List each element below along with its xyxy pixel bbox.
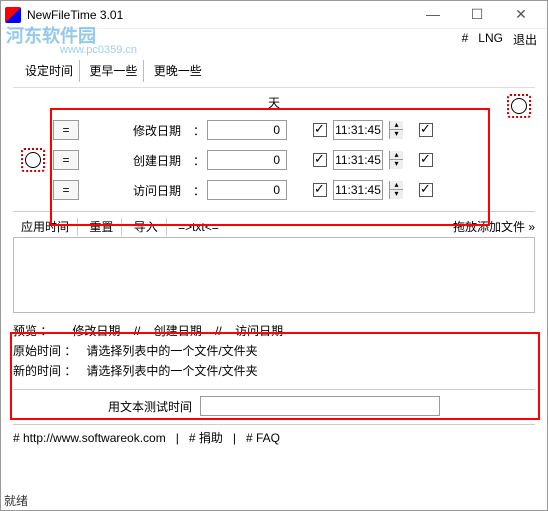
time-input-modified[interactable]: 11:31:45 <box>333 120 383 140</box>
preview-new-msg: 请选择列表中的一个文件/文件夹 <box>86 364 257 378</box>
days-input-created[interactable]: 0 <box>207 150 287 170</box>
app-window: NewFileTime 3.01 — ☐ ✕ 河东软件园 www.pc0359.… <box>0 0 548 511</box>
preview-original-label: 原始时间 ： <box>13 341 83 361</box>
time-spinner-modified[interactable]: ▴▾ <box>389 121 403 139</box>
preview-title: 预览 ： <box>13 321 52 341</box>
footer-faq[interactable]: # FAQ <box>246 431 280 445</box>
row-created: = 创建日期 ： 0 11:31:45 ▴▾ <box>53 145 527 175</box>
day-header: 天 <box>13 92 535 115</box>
footer-url[interactable]: # http://www.softwareok.com <box>13 431 166 445</box>
tab-later[interactable]: 更晚一些 <box>148 60 208 82</box>
enable-time-checkbox-accessed[interactable] <box>313 183 327 197</box>
row-enable-checkbox-modified[interactable] <box>419 123 433 137</box>
import-button[interactable]: 导入 <box>126 218 167 236</box>
row-modified: = 修改日期 ： 0 11:31:45 ▴▾ <box>53 115 527 145</box>
action-toolbar: 应用时间 重置 导入 =>txt<= 拖放添加文件 » <box>13 211 535 235</box>
eq-button-modified[interactable]: = <box>53 120 79 140</box>
row-enable-checkbox-created[interactable] <box>419 153 433 167</box>
time-input-accessed[interactable]: 11:31:45 <box>333 180 383 200</box>
titlebar: NewFileTime 3.01 — ☐ ✕ <box>1 1 547 29</box>
preview-col-modified: 修改日期 <box>72 321 120 341</box>
drag-drop-link[interactable]: 拖放添加文件 » <box>453 218 535 235</box>
tab-set-time[interactable]: 设定时间 <box>19 60 80 82</box>
preview-panel: 预览 ： 修改日期 // 创建日期 // 访问日期 原始时间 ： 请选择列表中的… <box>13 321 535 381</box>
export-txt-button[interactable]: =>txt<= <box>170 218 227 236</box>
chevron-down-icon: ▾ <box>389 130 403 139</box>
preview-col-created: 创建日期 <box>154 321 202 341</box>
menu-lng[interactable]: LNG <box>478 31 503 48</box>
row-enable-checkbox-accessed[interactable] <box>419 183 433 197</box>
preview-new-label: 新的时间 ： <box>13 361 83 381</box>
date-section: 天 = 修改日期 ： 0 11:31:45 ▴▾ <box>13 87 535 205</box>
chevron-down-icon: ▾ <box>389 190 403 199</box>
status-bar: 就绪 <box>4 492 28 509</box>
footer-links: # http://www.softwareok.com | # 捐助 | # F… <box>13 424 535 446</box>
test-time-label: 用文本测试时间 <box>108 398 192 415</box>
time-input-created[interactable]: 11:31:45 <box>333 150 383 170</box>
set-now-icon[interactable] <box>507 94 531 118</box>
window-controls: — ☐ ✕ <box>419 6 535 23</box>
preview-original-row: 原始时间 ： 请选择列表中的一个文件/文件夹 <box>13 341 535 361</box>
tab-earlier[interactable]: 更早一些 <box>83 60 144 82</box>
maximize-button[interactable]: ☐ <box>463 6 491 23</box>
minimize-button[interactable]: — <box>419 6 447 23</box>
window-title: NewFileTime 3.01 <box>27 8 419 22</box>
enable-time-checkbox-modified[interactable] <box>313 123 327 137</box>
menu-hash[interactable]: # <box>462 31 469 48</box>
preview-col-accessed: 访问日期 <box>235 321 283 341</box>
mode-tabs: 设定时间 更早一些 更晚一些 <box>13 58 535 83</box>
test-time-row: 用文本测试时间 <box>13 389 535 416</box>
apply-time-button[interactable]: 应用时间 <box>13 218 78 236</box>
days-input-modified[interactable]: 0 <box>207 120 287 140</box>
preview-original-msg: 请选择列表中的一个文件/文件夹 <box>86 344 257 358</box>
close-button[interactable]: ✕ <box>507 6 535 23</box>
time-spinner-accessed[interactable]: ▴▾ <box>389 181 403 199</box>
test-time-input[interactable] <box>200 396 440 416</box>
time-spinner-created[interactable]: ▴▾ <box>389 151 403 169</box>
enable-time-checkbox-created[interactable] <box>313 153 327 167</box>
eq-button-accessed[interactable]: = <box>53 180 79 200</box>
days-input-accessed[interactable]: 0 <box>207 180 287 200</box>
reset-button[interactable]: 重置 <box>81 218 122 236</box>
clock-icon-left[interactable] <box>21 148 45 172</box>
menu-exit[interactable]: 退出 <box>513 31 537 48</box>
chevron-down-icon: ▾ <box>389 160 403 169</box>
label-modified: 修改日期 <box>115 122 187 139</box>
label-created: 创建日期 <box>115 152 187 169</box>
preview-new-row: 新的时间 ： 请选择列表中的一个文件/文件夹 <box>13 361 535 381</box>
app-icon <box>5 7 21 23</box>
eq-button-created[interactable]: = <box>53 150 79 170</box>
top-menu: # LNG 退出 <box>1 29 547 50</box>
label-accessed: 访问日期 <box>115 182 187 199</box>
preview-header: 预览 ： 修改日期 // 创建日期 // 访问日期 <box>13 321 535 341</box>
file-list[interactable] <box>13 237 535 313</box>
row-accessed: = 访问日期 ： 0 11:31:45 ▴▾ <box>53 175 527 205</box>
date-rows: = 修改日期 ： 0 11:31:45 ▴▾ = 创建日期 ： 0 <box>13 115 535 205</box>
footer-donate[interactable]: # 捐助 <box>189 431 223 445</box>
